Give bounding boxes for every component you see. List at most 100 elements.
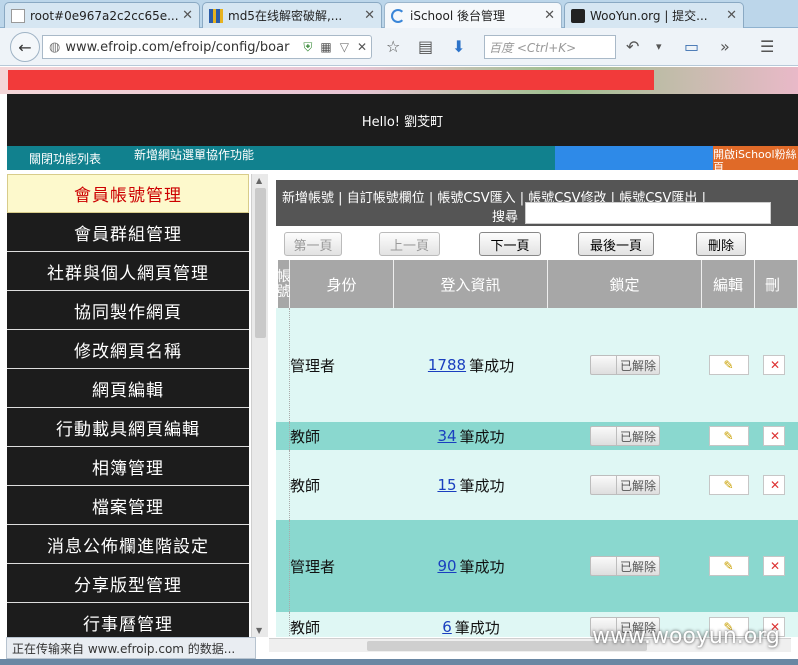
tab-root[interactable]: root#0e967a2c2cc65e... ✕ bbox=[4, 2, 200, 28]
last-page-button[interactable]: 最後一頁 bbox=[578, 232, 654, 256]
sidebar-item[interactable]: 社群與個人網頁管理 bbox=[7, 252, 249, 291]
stop-icon[interactable]: ✕ bbox=[357, 40, 367, 54]
star-icon[interactable]: ☆ bbox=[386, 37, 400, 56]
tab-wooyun[interactable]: WooYun.org | 提交... ✕ bbox=[564, 2, 744, 28]
sidebar-item[interactable]: 修改網頁名稱 bbox=[7, 330, 249, 369]
delete-row-button[interactable]: ✕ bbox=[763, 556, 785, 576]
add-menu-collab-link[interactable]: 新增網站選單協作功能 bbox=[134, 146, 254, 163]
scroll-down-icon[interactable]: ▼ bbox=[256, 626, 262, 635]
blue-block bbox=[555, 146, 713, 170]
login-count-link[interactable]: 1788 bbox=[428, 356, 466, 374]
menu-icon[interactable]: ☰ bbox=[760, 37, 774, 56]
delete-row-button[interactable]: ✕ bbox=[763, 475, 785, 495]
lock-toggle[interactable]: 已解除 bbox=[590, 426, 660, 446]
edit-button[interactable]: ✎ bbox=[708, 556, 749, 576]
sidebar-item[interactable]: 協同製作網頁 bbox=[7, 291, 249, 330]
delete-button[interactable]: 刪除 bbox=[696, 232, 746, 256]
role-cell: 管理者 bbox=[290, 308, 394, 422]
login-count-link[interactable]: 6 bbox=[442, 618, 452, 636]
header-account[interactable]: 帳號 bbox=[277, 260, 291, 308]
next-page-button[interactable]: 下一頁 bbox=[479, 232, 541, 256]
row-checkbox-cell[interactable] bbox=[278, 422, 290, 450]
scroll-up-icon[interactable]: ▲ bbox=[256, 176, 262, 185]
row-checkbox-cell[interactable] bbox=[278, 612, 290, 637]
qr-code-icon[interactable]: ▦ bbox=[320, 40, 331, 54]
delete-row-button[interactable]: ✕ bbox=[763, 426, 785, 446]
red-bar bbox=[8, 70, 654, 90]
document-icon[interactable]: ▭ bbox=[684, 37, 699, 56]
row-checkbox-cell[interactable] bbox=[278, 450, 290, 520]
table-row: 教師 15 筆成功 已解除 ✎ ✕ bbox=[276, 450, 798, 520]
header-role[interactable]: 身份 bbox=[290, 260, 394, 308]
close-icon[interactable]: ✕ bbox=[364, 8, 375, 23]
reader-icon[interactable]: ▤ bbox=[418, 37, 433, 56]
account-search-input[interactable] bbox=[525, 202, 771, 224]
delete-row-button[interactable]: ✕ bbox=[763, 355, 785, 375]
lock-toggle[interactable]: 已解除 bbox=[590, 556, 660, 576]
custom-fields-link[interactable]: 自訂帳號欄位 bbox=[347, 191, 425, 206]
role-cell: 管理者 bbox=[290, 520, 394, 612]
tab-md5[interactable]: md5在线解密破解,... ✕ bbox=[202, 2, 382, 28]
login-count-link[interactable]: 90 bbox=[437, 557, 456, 575]
close-icon[interactable]: ✕ bbox=[182, 8, 193, 23]
undo-icon[interactable]: ↶ bbox=[626, 37, 639, 56]
scroll-thumb[interactable] bbox=[255, 188, 266, 338]
header-lock[interactable]: 鎖定 bbox=[548, 260, 702, 308]
vertical-scrollbar[interactable]: ▲ ▼ bbox=[251, 174, 268, 637]
row-checkbox-cell[interactable] bbox=[278, 308, 290, 422]
address-bar[interactable]: ◍ www.efroip.com/efroip/config/boar ⛨ ▦ … bbox=[42, 35, 372, 59]
main-panel: 新增帳號 | 自訂帳號欄位 | 帳號CSV匯入 | 帳號CSV修改 | 帳號CS… bbox=[276, 174, 798, 637]
sidebar-item[interactable]: 檔案管理 bbox=[7, 486, 249, 525]
role-text: 教師 bbox=[290, 618, 321, 637]
search-input[interactable]: 百度 <Ctrl+K> bbox=[484, 35, 616, 59]
lock-toggle[interactable]: 已解除 bbox=[590, 475, 660, 495]
login-count-link[interactable]: 34 bbox=[437, 427, 456, 445]
sidebar-item[interactable]: 網頁編輯 bbox=[7, 369, 249, 408]
download-icon[interactable]: ⬇ bbox=[452, 37, 465, 56]
login-suffix: 筆成功 bbox=[459, 427, 505, 446]
lock-label: 已解除 bbox=[619, 478, 656, 493]
header-edit[interactable]: 編輯 bbox=[702, 260, 755, 308]
login-count-link[interactable]: 15 bbox=[437, 476, 456, 494]
sidebar-item[interactable]: 分享版型管理 bbox=[7, 564, 249, 603]
sidebar-item[interactable]: 消息公佈欄進階設定 bbox=[7, 525, 249, 564]
sidebar-item[interactable]: 會員群組管理 bbox=[7, 213, 249, 252]
header-delete[interactable]: 刪 bbox=[755, 260, 798, 308]
table-row: 管理者 90 筆成功 已解除 ✎ ✕ bbox=[276, 520, 798, 612]
delete-x-icon: ✕ bbox=[770, 429, 781, 443]
role-text: 管理者 bbox=[290, 557, 336, 576]
csv-import-link[interactable]: 帳號CSV匯入 bbox=[437, 191, 515, 206]
role-cell: 教師 bbox=[290, 422, 394, 450]
first-page-button[interactable]: 第一頁 bbox=[284, 232, 342, 256]
edit-button[interactable]: ✎ bbox=[708, 426, 749, 446]
shield-icon[interactable]: ⛨ bbox=[303, 40, 312, 55]
lock-cell: 已解除 bbox=[548, 450, 702, 520]
delete-cell: ✕ bbox=[755, 308, 798, 422]
close-icon[interactable]: ✕ bbox=[726, 8, 737, 23]
ischool-fanpage-link[interactable]: 開啟iSchool粉絲頁 bbox=[713, 146, 798, 174]
chevron-down-icon[interactable]: ▾ bbox=[656, 40, 662, 53]
role-cell: 教師 bbox=[290, 612, 394, 637]
close-icon[interactable]: ✕ bbox=[544, 8, 555, 23]
sidebar-item[interactable]: 行事曆管理 bbox=[7, 603, 249, 637]
back-button[interactable]: ← bbox=[10, 32, 40, 62]
edit-button[interactable]: ✎ bbox=[708, 355, 749, 375]
header-login[interactable]: 登入資訊 bbox=[394, 260, 548, 308]
edit-button[interactable]: ✎ bbox=[708, 475, 749, 495]
lock-cell: 已解除 bbox=[548, 520, 702, 612]
lock-label: 已解除 bbox=[619, 559, 656, 574]
sidebar-item[interactable]: 相簿管理 bbox=[7, 447, 249, 486]
sidebar-item[interactable]: 會員帳號管理 bbox=[7, 174, 249, 213]
overflow-icon[interactable]: » bbox=[720, 37, 730, 56]
prev-page-button[interactable]: 上一頁 bbox=[379, 232, 440, 256]
dropdown-icon[interactable]: ▽ bbox=[340, 40, 349, 54]
login-cell: 6 筆成功 bbox=[394, 612, 548, 637]
lock-toggle[interactable]: 已解除 bbox=[590, 355, 660, 375]
role-text: 教師 bbox=[290, 427, 321, 446]
toggle-menu-link[interactable]: 關閉功能列表 bbox=[29, 150, 101, 167]
sidebar-item[interactable]: 行動載具網頁編輯 bbox=[7, 408, 249, 447]
add-account-link[interactable]: 新增帳號 bbox=[282, 191, 334, 206]
row-checkbox-cell[interactable] bbox=[278, 520, 290, 612]
tab-ischool[interactable]: iSchool 後台管理 ✕ bbox=[384, 2, 562, 28]
watermark: www.wooyun.org bbox=[592, 624, 780, 649]
